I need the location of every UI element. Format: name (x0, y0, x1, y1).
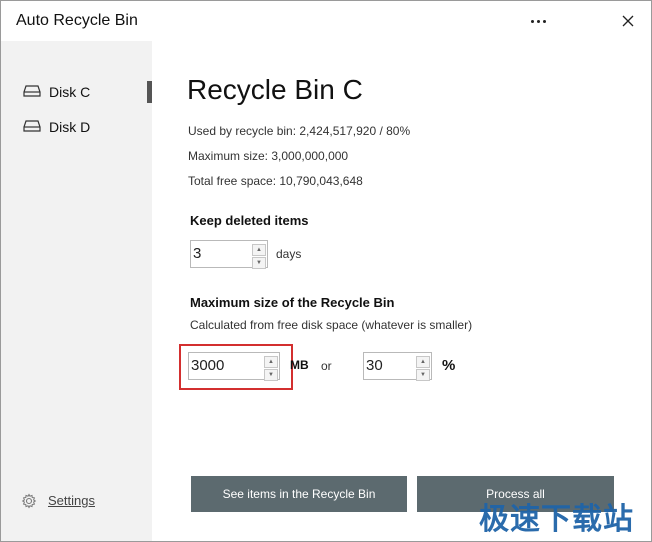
close-button[interactable] (608, 7, 648, 35)
days-unit-label: days (276, 247, 302, 261)
close-icon (622, 15, 634, 27)
or-label: or (321, 359, 332, 373)
sidebar-item-disk-c[interactable]: Disk C (1, 79, 152, 105)
more-horizontal-icon (530, 19, 546, 23)
keep-days-stepper[interactable]: 3 ▲ ▼ (190, 240, 268, 269)
see-items-button[interactable]: See items in the Recycle Bin (191, 476, 407, 512)
main-panel: Recycle Bin C Used by recycle bin: 2,424… (152, 41, 651, 541)
percent-unit-label: % (442, 357, 456, 374)
sidebar-item-label: Disk C (49, 84, 91, 100)
stepper-down-button[interactable]: ▼ (416, 369, 430, 381)
stepper-up-button[interactable]: ▲ (416, 356, 430, 368)
more-options-button[interactable] (518, 7, 558, 35)
drive-icon (23, 85, 41, 97)
drive-icon (23, 120, 41, 132)
used-by-recycle-bin: Used by recycle bin: 2,424,517,920 / 80% (188, 124, 411, 138)
maximum-size-info: Maximum size: 3,000,000,000 (188, 149, 349, 163)
page-title: Recycle Bin C (187, 74, 363, 105)
total-free-space: Total free space: 10,790,043,648 (188, 174, 363, 188)
app-window: Auto Recycle Bin Disk C Disk D Settings … (0, 0, 652, 542)
settings-link[interactable]: Settings (21, 491, 111, 511)
max-size-heading: Maximum size of the Recycle Bin (190, 295, 395, 310)
max-size-percent-stepper[interactable]: 30 ▲ ▼ (363, 352, 432, 381)
stepper-up-button[interactable]: ▲ (252, 244, 266, 256)
mb-unit-label: MB (290, 358, 309, 372)
keep-days-value: 3 (193, 245, 202, 262)
app-title: Auto Recycle Bin (16, 12, 138, 29)
gear-icon (21, 493, 37, 509)
max-size-subtext: Calculated from free disk space (whateve… (190, 318, 473, 332)
settings-label: Settings (48, 493, 95, 508)
max-size-percent-value: 30 (366, 357, 383, 374)
title-bar: Auto Recycle Bin (1, 1, 651, 41)
watermark-logo: 极速下载站 (479, 503, 634, 536)
sidebar-item-disk-d[interactable]: Disk D (1, 114, 152, 140)
sidebar-item-label: Disk D (49, 119, 91, 135)
sidebar: Disk C Disk D Settings (1, 41, 152, 541)
highlight-box (179, 344, 293, 390)
stepper-down-button[interactable]: ▼ (252, 257, 266, 269)
keep-deleted-heading: Keep deleted items (190, 213, 309, 228)
